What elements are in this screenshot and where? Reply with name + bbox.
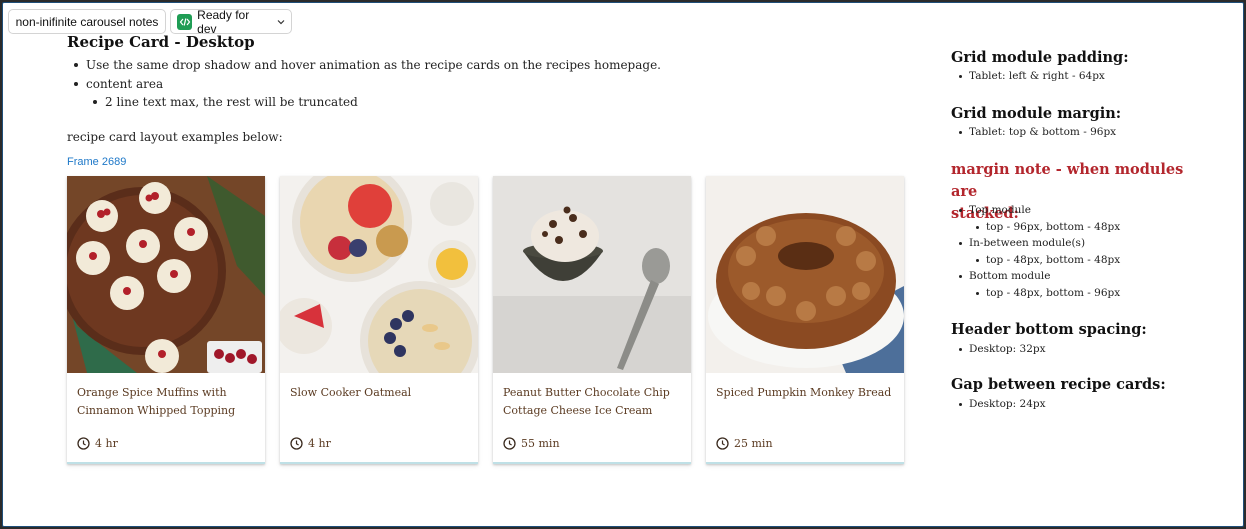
clock-icon <box>290 437 303 450</box>
recipe-card-title: Orange Spice Muffins with Cinnamon Whipp… <box>77 386 236 417</box>
recipe-card-time: 4 hr <box>77 437 118 450</box>
status-label: Ready for dev <box>197 7 250 36</box>
frame-label[interactable]: Frame 2689 <box>67 156 126 168</box>
spec-sub-bullet: 2 line text max, the rest will be trunca… <box>93 93 661 112</box>
canvas-frame: non-inifinite carousel notes Ready for d… <box>2 2 1244 527</box>
recipe-card-time: 55 min <box>503 437 560 450</box>
oatmeal-photo <box>280 176 478 373</box>
muffins-photo <box>67 176 265 373</box>
spec-title: Recipe Card - Desktop <box>67 33 255 51</box>
clock-icon <box>77 437 90 450</box>
recipe-card[interactable]: Slow Cooker Oatmeal 4 hr <box>280 176 478 464</box>
examples-text: recipe card layout examples below: <box>67 130 283 144</box>
bottom-module-item: Bottom module <box>958 270 1051 282</box>
top-module-detail: top - 96px, bottom - 48px <box>975 221 1121 233</box>
ice-cream-photo <box>493 176 691 373</box>
spec-bullet: Use the same drop shadow and hover anima… <box>74 56 661 75</box>
recipe-card-time: 4 hr <box>290 437 331 450</box>
monkey-bread-photo <box>706 176 904 373</box>
header-spacing-heading: Header bottom spacing: <box>951 321 1147 338</box>
top-module-item: Top module <box>959 204 1031 216</box>
notes-chip[interactable]: non-inifinite carousel notes <box>8 9 166 34</box>
recipe-card[interactable]: Orange Spice Muffins with Cinnamon Whipp… <box>67 176 265 464</box>
recipe-card-title: Spiced Pumpkin Monkey Bread <box>716 386 892 399</box>
grid-padding-item: Tablet: left & right - 64px <box>959 70 1105 82</box>
grid-padding-heading: Grid module padding: <box>951 49 1129 66</box>
recipe-card-title: Peanut Butter Chocolate Chip Cottage Che… <box>503 386 670 417</box>
recipe-card[interactable]: Peanut Butter Chocolate Chip Cottage Che… <box>493 176 691 464</box>
between-module-item: In-between module(s) <box>958 237 1086 249</box>
spec-bullet: content area <box>74 75 661 94</box>
spec-bullets: Use the same drop shadow and hover anima… <box>74 56 661 112</box>
grid-margin-heading: Grid module margin: <box>951 105 1122 122</box>
card-gap-heading: Gap between recipe cards: <box>951 376 1166 393</box>
chevron-down-icon <box>277 19 285 25</box>
bottom-module-detail: top - 48px, bottom - 96px <box>975 287 1121 299</box>
header-spacing-item: Desktop: 32px <box>959 343 1046 355</box>
code-icon <box>177 13 193 30</box>
notes-chip-label: non-inifinite carousel notes <box>15 14 159 29</box>
recipe-card[interactable]: Spiced Pumpkin Monkey Bread 25 min <box>706 176 904 464</box>
status-dropdown[interactable]: Ready for dev <box>170 7 292 36</box>
clock-icon <box>716 437 729 450</box>
clock-icon <box>503 437 516 450</box>
between-module-detail: top - 48px, bottom - 48px <box>975 254 1121 266</box>
grid-margin-item: Tablet: top & bottom - 96px <box>958 126 1117 138</box>
recipe-card-time: 25 min <box>716 437 773 450</box>
card-gap-item: Desktop: 24px <box>959 398 1046 410</box>
recipe-card-title: Slow Cooker Oatmeal <box>290 386 412 399</box>
